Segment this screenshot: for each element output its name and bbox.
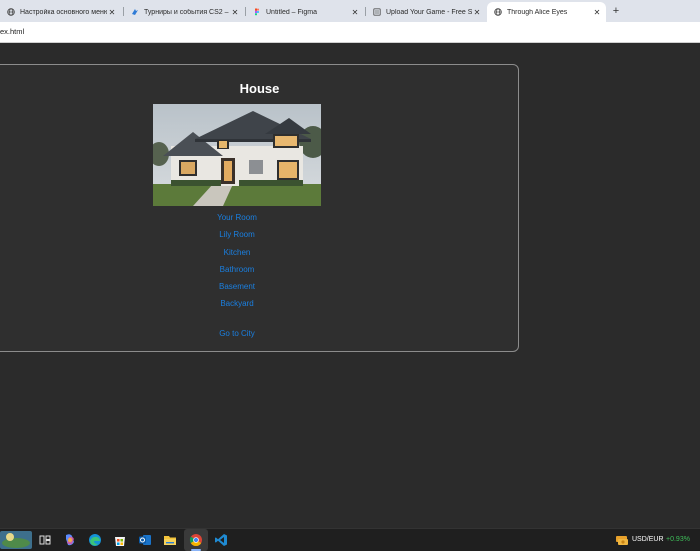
tab-close-button[interactable]: ✕	[472, 8, 482, 17]
tab-label: Untitled – Figma	[266, 8, 317, 16]
link-lily-room[interactable]: Lily Room	[0, 230, 493, 239]
page-icon	[373, 8, 381, 16]
figma-icon	[253, 8, 261, 16]
tab-close-button[interactable]: ✕	[350, 8, 360, 17]
tab-close-button[interactable]: ✕	[592, 8, 602, 17]
ticker-name[interactable]: USD/EUR	[632, 536, 664, 543]
link-backyard[interactable]: Backyard	[0, 299, 493, 308]
globe-icon	[7, 8, 15, 16]
cs2-icon	[131, 8, 139, 16]
page-viewport: House Your Room Lily Room Kitchen Bathro…	[0, 43, 700, 528]
tab-label: Upload Your Game - Free Sex G	[386, 8, 472, 16]
link-kitchen[interactable]: Kitchen	[0, 248, 493, 257]
currency-icon[interactable]	[614, 532, 630, 548]
tab-cs2-events[interactable]: Турниры и события CS2 – Узн ✕	[124, 2, 244, 22]
taskbar: USD/EUR +0.93%	[0, 528, 700, 551]
link-basement[interactable]: Basement	[0, 282, 493, 291]
tab-close-button[interactable]: ✕	[230, 8, 240, 17]
link-your-room[interactable]: Your Room	[0, 213, 493, 222]
link-bathroom[interactable]: Bathroom	[0, 265, 493, 274]
outlook-icon[interactable]	[137, 532, 153, 548]
house-card: House Your Room Lily Room Kitchen Bathro…	[0, 64, 519, 352]
task-view-icon[interactable]	[37, 532, 53, 548]
link-go-to-city[interactable]: Go to City	[0, 329, 493, 338]
tab-upload-game[interactable]: Upload Your Game - Free Sex G ✕	[366, 2, 486, 22]
vscode-icon[interactable]	[213, 532, 229, 548]
tab-menu-settings[interactable]: Настройка основного меню ✕	[0, 2, 121, 22]
page-title: House	[239, 81, 280, 96]
tab-through-alice-eyes[interactable]: Through Alice Eyes ✕	[487, 2, 606, 22]
store-icon[interactable]	[112, 532, 128, 548]
new-tab-button[interactable]: +	[609, 3, 623, 19]
tab-close-button[interactable]: ✕	[107, 8, 117, 17]
weather-icon[interactable]	[0, 531, 32, 549]
tab-label: Турниры и события CS2 – Узн	[144, 8, 230, 16]
url-text[interactable]: ex.html	[0, 27, 24, 36]
edge-icon[interactable]	[87, 532, 103, 548]
copilot-icon[interactable]	[62, 532, 78, 548]
house-photo	[153, 104, 321, 206]
tab-figma[interactable]: Untitled – Figma ✕	[246, 2, 364, 22]
tab-strip: Настройка основного меню ✕ Турниры и соб…	[0, 0, 700, 22]
globe-icon	[494, 8, 502, 16]
ticker-value: +0.93%	[666, 536, 690, 543]
chrome-icon[interactable]	[188, 532, 204, 548]
file-explorer-icon[interactable]	[162, 532, 178, 548]
address-bar[interactable]: ex.html	[0, 22, 700, 42]
tab-label: Настройка основного меню	[20, 8, 107, 16]
tab-label: Through Alice Eyes	[507, 8, 568, 16]
